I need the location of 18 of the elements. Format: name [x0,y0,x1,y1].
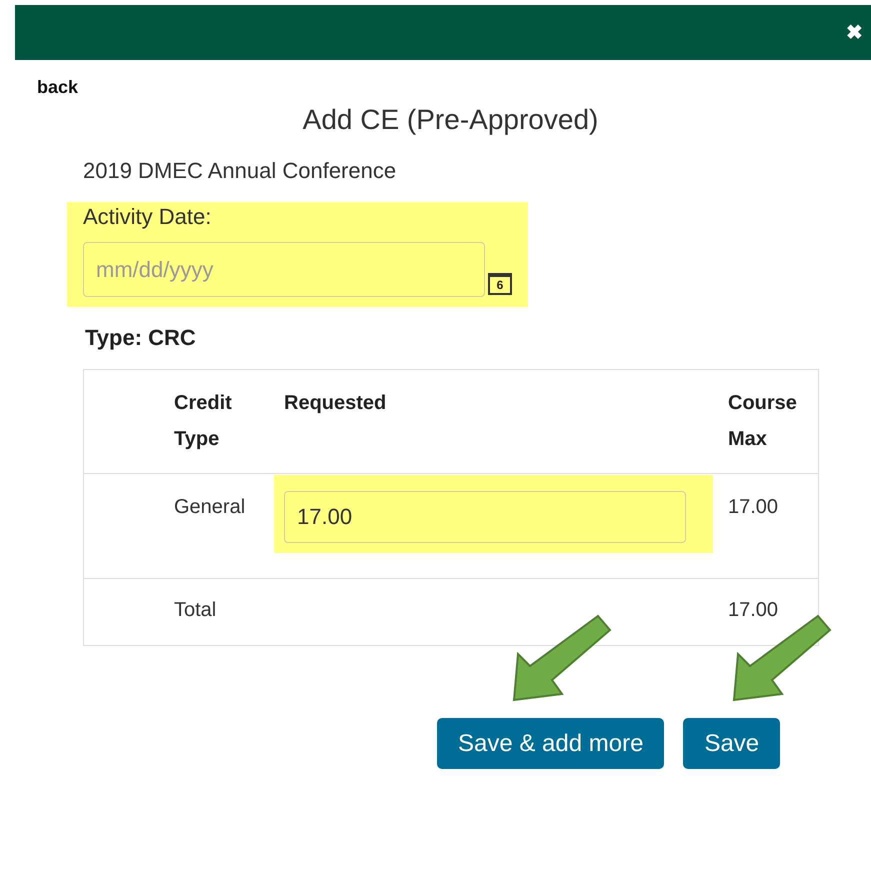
save-button[interactable]: Save & add more [437,718,664,769]
table-cell-text: 17.00 [728,495,780,520]
save-button[interactable]: Save [683,718,780,769]
column-header: Course Max [728,391,798,452]
calendar-icon[interactable]: 6 [488,273,512,295]
column-header: Requested [284,391,388,416]
type-label: Type: CRC [85,325,197,351]
field-label: Activity Date: [83,204,212,230]
dialog-title: Add CE (Pre-Approved) [302,104,600,136]
table-cell-text: Total [174,598,218,623]
column-header: Credit Type [174,391,233,452]
close-icon[interactable]: ✖ [846,20,863,45]
table-cell-text: General [174,495,246,520]
back-link[interactable]: back [37,77,78,98]
activity-name: 2019 DMEC Annual Conference [83,158,398,184]
requested-input[interactable]: 17.00 [284,491,686,543]
date-input[interactable]: mm/dd/yyyy [83,242,486,297]
table-cell-text: 17.00 [728,598,780,623]
